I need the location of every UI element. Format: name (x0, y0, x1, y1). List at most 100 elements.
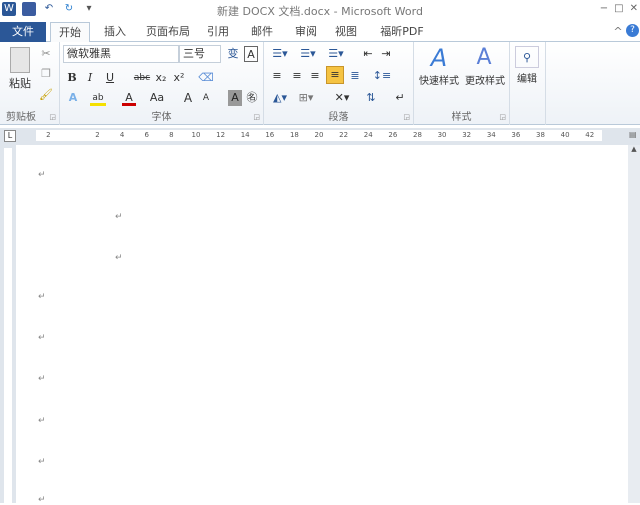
ruler-tick-label: 14 (240, 131, 250, 139)
superscript-button[interactable]: x² (172, 70, 186, 86)
text-effects-icon[interactable]: A (66, 90, 80, 106)
font-color-button[interactable]: A (122, 90, 136, 106)
ruler-tick-label: 42 (585, 131, 595, 139)
cut-icon[interactable]: ✂ (38, 46, 54, 62)
ribbon: 粘贴 ✂ ❐ 🖌 剪贴板 ◲ 微软雅黑 三号 变 A B I U abc x₂ … (0, 42, 640, 125)
justify-button[interactable]: ≡ (326, 66, 344, 84)
maximize-button[interactable]: □ (614, 3, 623, 14)
vertical-scrollbar[interactable]: ▲ (628, 145, 640, 503)
find-icon[interactable]: ⚲ (515, 46, 539, 68)
italic-button[interactable]: I (84, 70, 96, 86)
quick-styles-button[interactable]: 快速样式 (416, 74, 462, 90)
scroll-up-icon[interactable]: ▲ (628, 145, 640, 153)
tab-mailings[interactable]: 邮件 (244, 22, 280, 42)
highlight-icon[interactable]: ab (90, 90, 106, 106)
paragraph-group: ☰▾ ☰▾ ☰▾ ⇤ ⇥ ≡ ≡ ≡ ≡ ≣ ↕≡ ◭▾ ⊞▾ ✕▾ ⇅ ↵ 段… (264, 42, 414, 125)
ruler-tick-label: 4 (119, 131, 125, 139)
align-left-icon[interactable]: ≡ (270, 68, 284, 84)
title-bar: W ↶ ↻ ▾ 新建 DOCX 文档.docx - Microsoft Word… (0, 0, 640, 20)
ruler-tick-label (61, 130, 86, 141)
shading-icon[interactable]: ◭▾ (270, 90, 290, 106)
tab-file[interactable]: 文件 (0, 22, 46, 42)
format-painter-icon[interactable]: 🖌 (38, 87, 54, 103)
chinese-layout-icon[interactable]: ✕▾ (332, 90, 352, 106)
ruler-tick-label: 34 (486, 131, 496, 139)
ruler-tick-label: 36 (511, 131, 521, 139)
ruler-tick-label: 6 (144, 131, 149, 139)
clear-formatting-icon[interactable]: ⌫ (198, 70, 214, 86)
tab-selector-icon[interactable]: L (4, 130, 16, 142)
align-right-icon[interactable]: ≡ (308, 68, 322, 84)
numbering-icon[interactable]: ☰▾ (298, 46, 318, 62)
line-spacing-icon[interactable]: ↕≡ (372, 68, 392, 84)
help-icon[interactable]: ? (626, 24, 639, 37)
change-case-button[interactable]: Aa (148, 90, 166, 106)
font-group: 微软雅黑 三号 变 A B I U abc x₂ x² ⌫ A ab A Aa … (60, 42, 264, 125)
tab-page-layout[interactable]: 页面布局 (140, 22, 196, 42)
ruler-tick-label: 20 (314, 131, 324, 139)
ruler-tick-label: 8 (169, 131, 174, 139)
copy-icon[interactable]: ❐ (38, 66, 54, 82)
character-shading-icon[interactable]: A (228, 90, 242, 106)
paragraph-mark: ↵ (38, 170, 46, 180)
shrink-font-button[interactable]: A (200, 90, 212, 106)
ruler-tick-label: 32 (462, 131, 472, 139)
minimize-ribbon-icon[interactable]: ^ (612, 22, 624, 42)
ruler-tick-label: 38 (536, 131, 545, 139)
ruler-tick-label: 2 (95, 131, 100, 139)
multilevel-list-icon[interactable]: ☰▾ (326, 46, 346, 62)
sort-icon[interactable]: ⇅ (364, 90, 378, 106)
font-name-select[interactable]: 微软雅黑 (63, 45, 179, 63)
subscript-button[interactable]: x₂ (154, 70, 168, 86)
editing-group: ⚲ 编辑 (510, 42, 546, 125)
paragraph-mark: ↵ (38, 457, 46, 467)
tab-home[interactable]: 开始 (50, 22, 90, 43)
dialog-launcher-icon[interactable]: ◲ (499, 113, 506, 121)
paragraph-mark: ↵ (38, 416, 46, 426)
tab-insert[interactable]: 插入 (98, 22, 132, 42)
tab-review[interactable]: 审阅 (288, 22, 324, 42)
styles-label: 样式 (451, 112, 472, 123)
close-button[interactable]: ✕ (630, 3, 638, 14)
font-size-select[interactable]: 三号 (179, 45, 221, 63)
document-page[interactable]: ↵ ↵ ↵ ↵ ↵ ↵ ↵ ↵ ↵ (16, 145, 628, 505)
borders-icon[interactable]: ⊞▾ (296, 90, 316, 106)
show-marks-icon[interactable]: ↵ (394, 90, 406, 106)
minimize-button[interactable]: − (600, 3, 608, 14)
grow-font-button[interactable]: A (182, 90, 194, 106)
editing-button[interactable]: 编辑 (512, 72, 542, 88)
dialog-launcher-icon[interactable]: ◲ (403, 113, 410, 121)
vertical-ruler (0, 145, 16, 503)
ruler-tick-label: 28 (412, 131, 422, 139)
font-label: 字体 (151, 112, 172, 123)
character-border-icon[interactable]: A (244, 46, 258, 62)
ruler-tick-label: 12 (216, 131, 226, 139)
bullets-icon[interactable]: ☰▾ (270, 46, 290, 62)
increase-indent-icon[interactable]: ⇥ (378, 46, 394, 62)
view-ruler-icon[interactable]: ▤ (629, 130, 639, 142)
bold-button[interactable]: B (66, 70, 78, 86)
ruler-tick-label: 24 (363, 131, 373, 139)
paste-button[interactable]: 粘贴 (4, 76, 36, 92)
align-center-icon[interactable]: ≡ (290, 68, 304, 84)
decrease-indent-icon[interactable]: ⇤ (360, 46, 376, 62)
horizontal-ruler[interactable]: L 2 2 4 6 8 10 12 14 16 18 20 22 24 26 28 30 32 34 36 38 40 4… (0, 128, 640, 145)
underline-button[interactable]: U (104, 70, 116, 86)
window-title: 新建 DOCX 文档.docx - Microsoft Word (217, 5, 423, 18)
dialog-launcher-icon[interactable]: ◲ (49, 113, 56, 121)
tab-references[interactable]: 引用 (200, 22, 236, 42)
change-styles-button[interactable]: 更改样式 (462, 74, 508, 90)
phonetic-guide-icon[interactable]: 变 (225, 46, 241, 62)
distributed-icon[interactable]: ≣ (348, 68, 362, 84)
ruler-tick-label: 26 (388, 131, 398, 139)
enclose-characters-icon[interactable]: ㊔ (244, 90, 260, 106)
tab-foxit-pdf[interactable]: 福昕PDF (374, 22, 430, 42)
ruler-tick-label: 18 (289, 131, 299, 139)
dialog-launcher-icon[interactable]: ◲ (253, 113, 260, 121)
ruler-tick-label: 2 (46, 131, 51, 139)
paragraph-mark: ↵ (38, 333, 46, 343)
ruler-tick-label: 30 (437, 131, 447, 139)
paste-icon[interactable] (10, 47, 30, 73)
tab-view[interactable]: 视图 (328, 22, 364, 42)
strikethrough-button[interactable]: abc (132, 70, 152, 86)
